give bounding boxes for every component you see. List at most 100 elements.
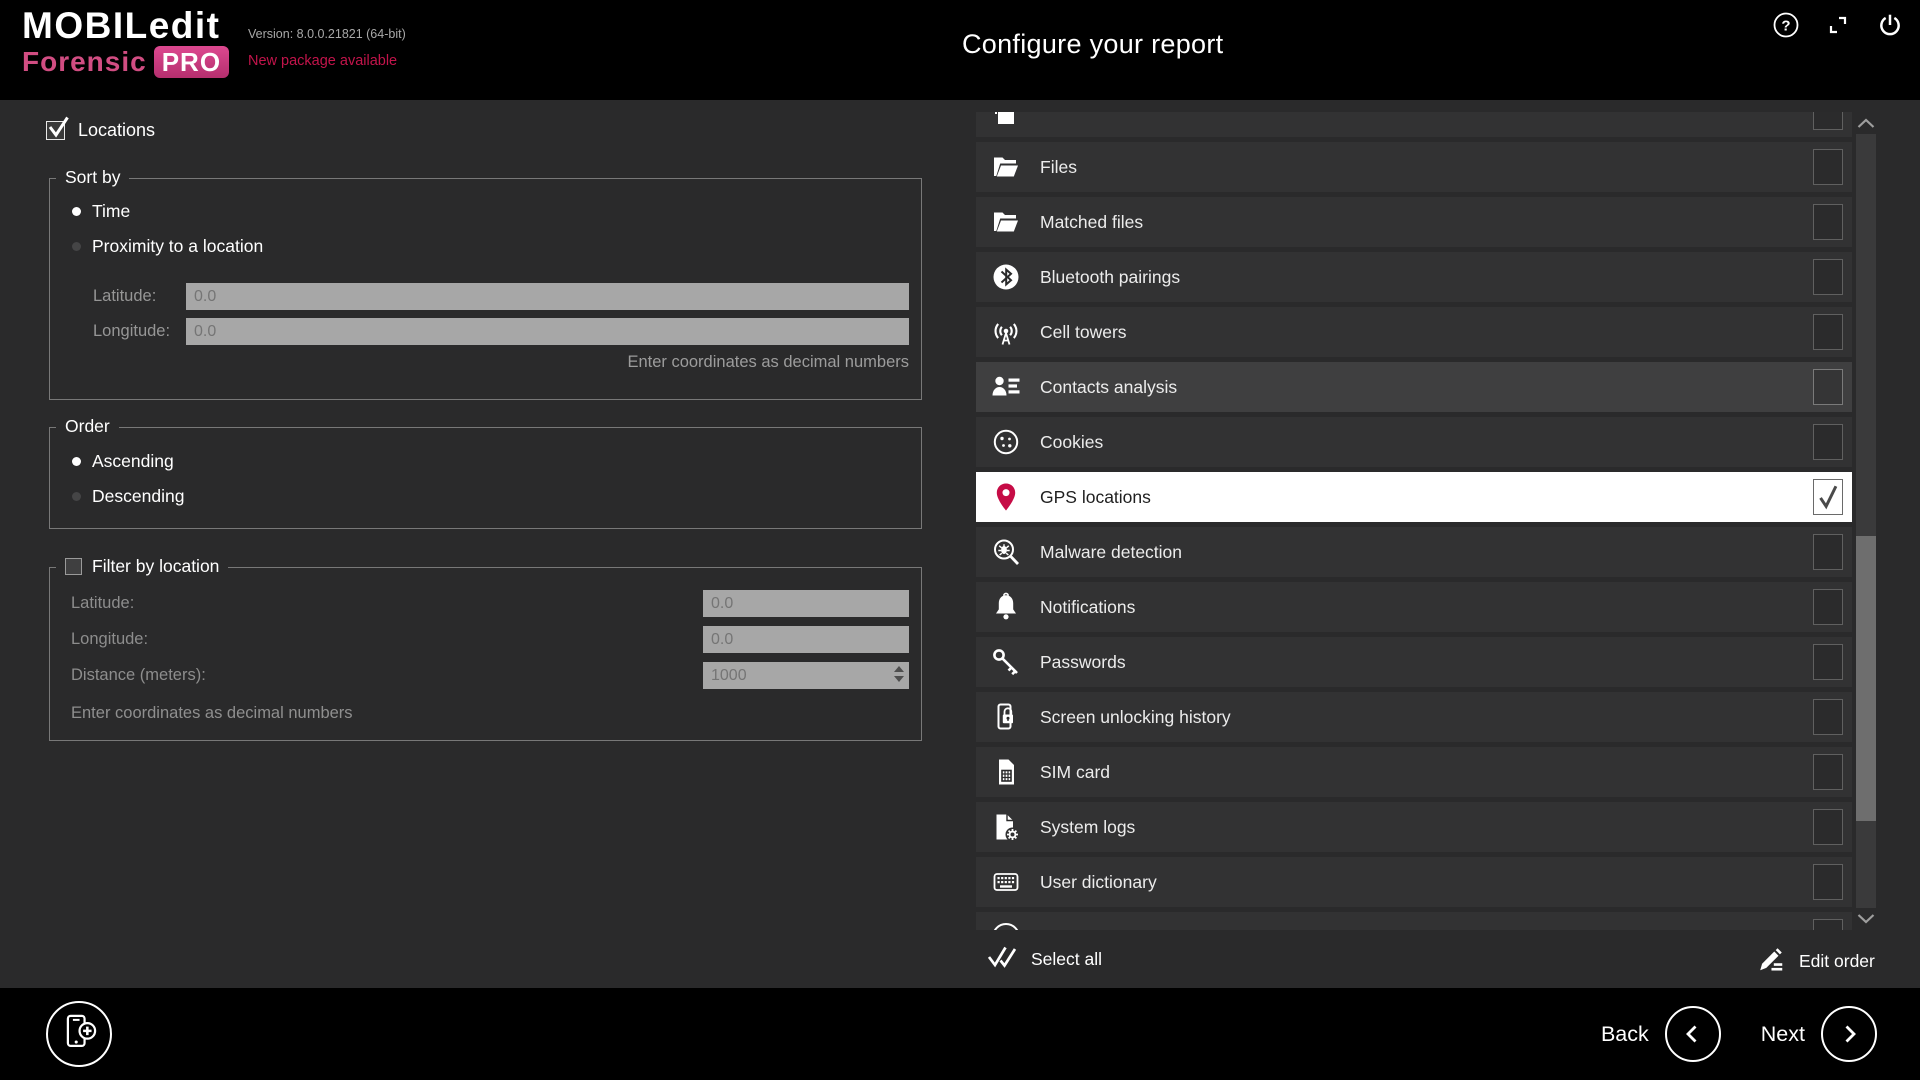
report-item-row[interactable]: Bluetooth pairings xyxy=(976,252,1852,302)
report-item-row[interactable]: Passwords xyxy=(976,637,1852,687)
report-item-checkbox[interactable] xyxy=(1813,919,1843,930)
sort-latitude-label: Latitude: xyxy=(93,283,156,310)
folder-open-icon xyxy=(990,151,1022,183)
scrollbar-up-icon[interactable] xyxy=(1854,112,1878,134)
sort-longitude-input[interactable] xyxy=(186,318,909,345)
report-item-row[interactable] xyxy=(976,112,1852,137)
scrollbar-thumb[interactable] xyxy=(1856,536,1876,821)
radio-dot-selected[interactable] xyxy=(72,457,81,466)
report-item-row[interactable]: System logs xyxy=(976,802,1852,852)
resize-window-icon[interactable] xyxy=(1824,11,1852,39)
filter-latitude-input[interactable] xyxy=(703,590,909,617)
report-item-checkbox[interactable] xyxy=(1813,699,1843,735)
report-item-row[interactable]: Cookies xyxy=(976,417,1852,467)
sort-longitude-label: Longitude: xyxy=(93,318,170,345)
sort-latitude-input[interactable] xyxy=(186,283,909,310)
partial-bottom-item-icon xyxy=(990,921,1022,930)
logo-text-forensic: Forensic PRO xyxy=(22,46,229,78)
malware-scan-icon xyxy=(990,536,1022,568)
sort-option-proximity-label: Proximity to a location xyxy=(92,236,263,257)
report-item-checkbox[interactable] xyxy=(1813,809,1843,845)
report-item-row[interactable]: Contacts analysis xyxy=(976,362,1852,412)
report-item-checkbox[interactable] xyxy=(1813,314,1843,350)
wizard-navigation: Back Next xyxy=(1601,988,1877,1080)
report-item-row[interactable] xyxy=(976,912,1852,930)
report-item-label: Malware detection xyxy=(1040,542,1182,563)
select-all-button[interactable]: Select all xyxy=(986,940,1102,979)
filter-distance-input[interactable] xyxy=(703,662,909,689)
report-item-label: System logs xyxy=(1040,817,1135,838)
scrollbar-track[interactable] xyxy=(1856,112,1876,930)
report-item-row[interactable]: Cell towers xyxy=(976,307,1852,357)
stepper-up-icon[interactable] xyxy=(894,666,904,672)
report-item-label: Notifications xyxy=(1040,597,1135,618)
filter-longitude-label: Longitude: xyxy=(71,626,148,653)
filter-distance-label: Distance (meters): xyxy=(71,662,206,689)
order-option-ascending[interactable]: Ascending xyxy=(72,451,174,472)
filter-legend-label: Filter by location xyxy=(92,556,219,577)
map-pin-icon xyxy=(990,481,1022,513)
order-legend-label: Order xyxy=(65,416,110,437)
sort-coordinates-helper: Enter coordinates as decimal numbers xyxy=(186,353,909,372)
report-item-checkbox[interactable] xyxy=(1813,534,1843,570)
add-phone-button[interactable] xyxy=(46,1001,112,1067)
report-item-row[interactable]: Screen unlocking history xyxy=(976,692,1852,742)
report-item-checkbox[interactable] xyxy=(1813,369,1843,405)
sort-option-proximity[interactable]: Proximity to a location xyxy=(72,236,263,257)
svg-text:?: ? xyxy=(1781,18,1790,35)
report-item-checkbox[interactable] xyxy=(1813,112,1843,130)
report-item-row[interactable]: GPS locations xyxy=(976,472,1852,522)
sim-card-icon xyxy=(990,756,1022,788)
report-item-checkbox[interactable] xyxy=(1813,589,1843,625)
report-item-row[interactable]: Matched files xyxy=(976,197,1852,247)
folder-open-icon xyxy=(990,206,1022,238)
report-item-label: Files xyxy=(1040,157,1077,178)
logo-text-mobiledit: MOBILedit xyxy=(22,6,229,46)
pro-badge: PRO xyxy=(154,46,229,78)
screen-lock-icon xyxy=(990,701,1022,733)
next-button[interactable]: Next xyxy=(1761,1006,1877,1062)
cell-tower-icon xyxy=(990,316,1022,348)
select-all-label: Select all xyxy=(1031,949,1102,970)
report-item-label: Cell towers xyxy=(1040,322,1127,343)
report-item-row[interactable]: User dictionary xyxy=(976,857,1852,907)
power-icon[interactable] xyxy=(1876,11,1904,39)
stepper-down-icon[interactable] xyxy=(894,676,904,682)
filter-by-location-checkbox[interactable] xyxy=(65,558,82,575)
report-item-label: Contacts analysis xyxy=(1040,377,1177,398)
next-button-label: Next xyxy=(1761,1022,1805,1047)
key-icon xyxy=(990,646,1022,678)
order-option-descending[interactable]: Descending xyxy=(72,486,184,507)
report-item-checkbox[interactable] xyxy=(1813,149,1843,185)
report-item-checkbox[interactable] xyxy=(1813,754,1843,790)
report-item-checkbox[interactable] xyxy=(1813,644,1843,680)
edit-order-button[interactable]: Edit order xyxy=(1756,944,1875,979)
back-button[interactable]: Back xyxy=(1601,1006,1721,1062)
report-item-label: Cookies xyxy=(1040,432,1103,453)
report-item-checkbox[interactable] xyxy=(1813,424,1843,460)
locations-toggle[interactable]: Locations xyxy=(46,120,155,141)
report-item-checkbox[interactable] xyxy=(1813,259,1843,295)
radio-dot-unselected[interactable] xyxy=(72,492,81,501)
report-item-row[interactable]: Malware detection xyxy=(976,527,1852,577)
report-item-label: Matched files xyxy=(1040,212,1143,233)
report-item-row[interactable]: Notifications xyxy=(976,582,1852,632)
update-notice[interactable]: New package available xyxy=(248,53,397,69)
report-item-checkbox[interactable] xyxy=(1813,479,1843,515)
sort-option-time[interactable]: Time xyxy=(72,201,130,222)
report-item-row[interactable]: Files xyxy=(976,142,1852,192)
bluetooth-icon xyxy=(990,261,1022,293)
back-button-label: Back xyxy=(1601,1022,1649,1047)
locations-checkbox[interactable] xyxy=(46,121,65,140)
filter-longitude-input[interactable] xyxy=(703,626,909,653)
help-icon[interactable]: ? xyxy=(1772,11,1800,39)
radio-dot-selected[interactable] xyxy=(72,207,81,216)
radio-dot-unselected[interactable] xyxy=(72,242,81,251)
distance-stepper[interactable] xyxy=(894,666,904,682)
report-item-row[interactable]: SIM card xyxy=(976,747,1852,797)
contacts-icon xyxy=(990,371,1022,403)
scrollbar-down-icon[interactable] xyxy=(1854,908,1878,930)
report-item-checkbox[interactable] xyxy=(1813,864,1843,900)
report-item-checkbox[interactable] xyxy=(1813,204,1843,240)
footer: Back Next xyxy=(0,988,1920,1080)
